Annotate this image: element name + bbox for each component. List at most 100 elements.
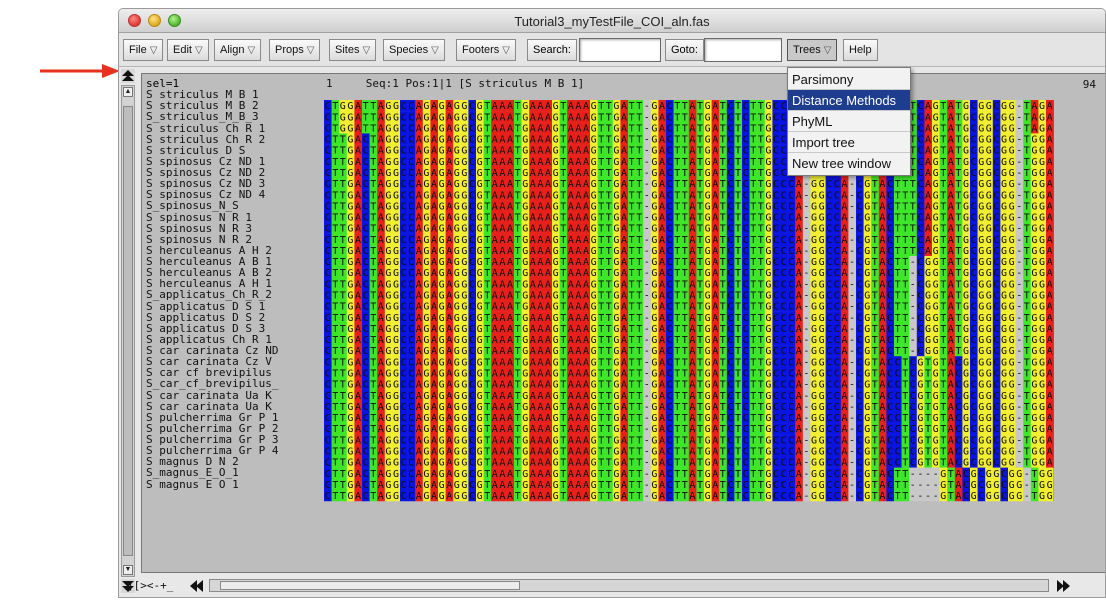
sequence-name[interactable]: S_car_carinata_Ua_K_ (146, 401, 324, 412)
sequence-name[interactable]: S_striculus_M_B_2 (146, 100, 324, 111)
sequence-row[interactable]: CTTGACTAGGCCAGAGAGGCGTAAATGAAAGTAAAGTTGA… (324, 356, 1054, 368)
sequence-name[interactable]: S_car_cf_brevipilus_ (146, 367, 324, 378)
scroll-up-arrow-icon[interactable]: ▲ (123, 87, 133, 97)
vertical-scroll-thumb[interactable] (123, 106, 133, 556)
goto-input[interactable] (704, 38, 782, 62)
sequence-row[interactable]: CTTGACTAGGCCAGAGAGGCGTAAATGAAAGTAAAGTTGA… (324, 289, 1054, 302)
sequence-row[interactable]: CTTGACTAGGCCAGAGAGGCGTAAATGAAAGTAAAGTTGA… (324, 222, 1054, 235)
trees-menu-button[interactable]: Trees ▽ (787, 39, 838, 61)
sequence-name[interactable]: S_spinosus_N_R_3 (146, 223, 324, 234)
base-letter: T (902, 179, 908, 190)
sequence-row[interactable]: CTGGATTAGGCCAGAGAGGCGTAAATGAAAGTAAAGTTGA… (324, 111, 1054, 123)
sequence-name[interactable]: S_herculeanus_A_H_2 (146, 245, 324, 256)
base-letter: T (872, 302, 878, 313)
species-menu-button[interactable]: Species ▽ (383, 39, 445, 61)
sequence-row[interactable]: CTTGACTAGGCCAGAGAGGCGTAAATGAAAGTAAAGTTGA… (324, 345, 1054, 357)
sequence-name[interactable]: S_spinosus_Cz_ND_3 (146, 178, 324, 189)
base-letter: T (1024, 257, 1030, 268)
sequence-row[interactable]: CTGGATTAGGCCAGAGAGGCGTAAATGAAAGTAAAGTTGA… (324, 122, 1054, 134)
sequence-name[interactable]: S_spinosus_Cz_ND_4 (146, 189, 324, 200)
sequence-name[interactable]: S_applicatus_D_S_3 (146, 323, 324, 334)
sequence-name[interactable]: S_applicatus_D_S_2 (146, 312, 324, 323)
sequence-row[interactable]: CTTGACTAGGCCAGAGAGGCGTAAATGAAAGTAAAGTTGA… (324, 177, 1054, 190)
sequence-name[interactable]: S_pulcherrima_Gr_P_1 (146, 412, 324, 423)
align-menu-button[interactable]: Align ▽ (214, 39, 262, 61)
sequence-name[interactable]: S_striculus_Ch_R_1 (146, 123, 324, 134)
sequence-name[interactable]: S_car_carinata_Ua_K_ (146, 390, 324, 401)
sequence-name[interactable]: S_herculeanus_A_H_1 (146, 278, 324, 289)
sequence-name[interactable]: S_applicatus_Ch_R_1 (146, 334, 324, 345)
sequence-row[interactable]: CTTGACTAGGCCAGAGAGGCGTAAATGAAAGTAAAGTTGA… (324, 244, 1054, 257)
sequence-name[interactable]: S_spinosus_Cz_ND_1 (146, 156, 324, 167)
footers-menu-button[interactable]: Footers ▽ (456, 39, 516, 61)
sequence-name[interactable]: S_car_carinata_Cz_V (146, 356, 324, 367)
sequence-row[interactable]: CTTGACTAGGCCAGAGAGGCGTAAATGAAAGTAAAGTTGA… (324, 255, 1054, 268)
vertical-scrollbar[interactable]: ▲ ▼ (121, 85, 135, 577)
sequence-row[interactable]: CTTGACTAGGCCAGAGAGGCGTAAATGAAAGTAAAGTTGA… (324, 311, 1054, 324)
sequence-name[interactable]: S_magnus_E_O_1 (146, 467, 324, 478)
props-menu-button[interactable]: Props ▽ (269, 39, 321, 61)
sequence-row[interactable]: CTTGACTAGGCCAGAGAGGCGTAAATGAAAGTAAAGTTGA… (324, 378, 1054, 391)
sequence-row[interactable]: CTTGACTAGGCCAGAGAGGCGTAAATGAAAGTAAAGTTGA… (324, 189, 1054, 201)
sequence-row[interactable]: CTTGACTAGGCCAGAGAGGCGTAAATGAAAGTAAAGTTGA… (324, 278, 1054, 290)
sequence-name[interactable]: S_striculus_M_B_1 (146, 89, 324, 100)
sequence-row[interactable]: CTGGATTAGGCCAGAGAGGCGTAAATGAAAGTAAAGTTGA… (324, 100, 1054, 112)
sequence-name[interactable]: S_car_carinata_Cz_ND (146, 345, 324, 356)
base-letter: T (606, 179, 612, 190)
base-letter: G (978, 179, 984, 190)
sequence-row[interactable]: CTTGACTAGGCCAGAGAGGCGTAAATGAAAGTAAAGTTGA… (324, 300, 1054, 313)
base-letter: G (454, 324, 460, 335)
base-letter: - (644, 268, 650, 279)
base-letter: A (431, 224, 437, 235)
sites-menu-button[interactable]: Sites ▽ (329, 39, 377, 61)
base-letter: G (347, 302, 353, 313)
base-letter: C (993, 335, 999, 346)
sequence-name[interactable]: S_herculeanus_A_B_1 (146, 256, 324, 267)
sequence-name[interactable]: S_pulcherrima_Gr_P_4 (146, 445, 324, 456)
sequence-name[interactable]: S_magnus_E_O_1 (146, 479, 324, 490)
help-button[interactable]: Help (843, 39, 878, 61)
sequence-name[interactable]: S_spinosus_Cz_ND_2 (146, 167, 324, 178)
sequence-name[interactable]: S_applicatus_Ch_R_2 (146, 289, 324, 300)
sequence-row[interactable]: CTTGACTAGGCCAGAGAGGCGTAAATGAAAGTAAAGTTGA… (324, 267, 1054, 279)
base-letter: G (461, 135, 467, 146)
sequence-name[interactable]: S_pulcherrima_Gr_P_3 (146, 434, 324, 445)
sequence-name[interactable]: S_magnus_D_N_2 (146, 456, 324, 467)
base-letter: A (431, 335, 437, 346)
sequence-name[interactable]: S_spinosus_N_S (146, 200, 324, 211)
sequence-name[interactable]: S_striculus_D_S (146, 145, 324, 156)
base-letter: A (530, 179, 536, 190)
sequence-row[interactable]: CTTGACTAGGCCAGAGAGGCGTAAATGAAAGTAAAGTTGA… (324, 333, 1054, 346)
alignment-panel[interactable]: sel=1 S_striculus_M_B_1 S_striculus_M_B_2… (141, 73, 1105, 573)
edit-menu-button[interactable]: Edit ▽ (167, 39, 209, 61)
sequence-row[interactable]: CTTGACTAGGCCAGAGAGGCGTAAATGAAAGTAAAGTTGA… (324, 144, 1054, 157)
sequence-row[interactable]: CTTGACTAGGCCAGAGAGGCGTAAATGAAAGTAAAGTTGA… (324, 200, 1054, 212)
sequence-row[interactable]: CTTGACTAGGCCAGAGAGGCGTAAATGAAAGTAAAGTTGA… (324, 211, 1054, 224)
sequence-name[interactable]: S_spinosus_N_R_1 (146, 212, 324, 223)
search-input[interactable] (579, 38, 661, 62)
sequence-row[interactable]: CTTGACTAGGCCAGAGAGGCGTAAATGAAAGTAAAGTTGA… (324, 166, 1054, 179)
sequence-name[interactable]: S_applicatus_D_S_1 (146, 301, 324, 312)
scroll-down-arrow-icon[interactable]: ▼ (123, 565, 133, 575)
sequence-name[interactable]: S_striculus_M_B_3 (146, 111, 324, 122)
sequence-row[interactable]: CTTGACTAGGCCAGAGAGGCGTAAATGAAAGTAAAGTTGA… (324, 322, 1054, 335)
file-menu-button[interactable]: File ▽ (123, 39, 164, 61)
sequence-row[interactable]: CTTGACTAGGCCAGAGAGGCGTAAATGAAAGTAAAGTTGA… (324, 133, 1054, 146)
base-letter: G (347, 168, 353, 179)
sequence-name[interactable]: S_herculeanus_A_B_2 (146, 267, 324, 278)
sequence-name[interactable]: S_striculus_Ch_R_2 (146, 134, 324, 145)
base-letter: T (674, 235, 680, 246)
base-letter: T (629, 213, 635, 224)
base-letter: T (940, 157, 946, 168)
base-letter: A (416, 246, 422, 257)
sequence-name[interactable]: S_pulcherrima_Gr_P_2 (146, 423, 324, 434)
base-letter: C (834, 357, 840, 368)
jump-to-top-icon[interactable] (121, 69, 135, 83)
sequence-row[interactable]: CTTGACTAGGCCAGAGAGGCGTAAATGAAAGTAAAGTTGA… (324, 367, 1054, 380)
sequence-names-column[interactable]: sel=1 S_striculus_M_B_1 S_striculus_M_B_2… (146, 78, 324, 490)
sequence-row[interactable]: CTTGACTAGGCCAGAGAGGCGTAAATGAAAGTAAAGTTGA… (324, 233, 1054, 246)
sequence-name[interactable]: S_car_cf_brevipilus_ (146, 378, 324, 389)
sequence-row[interactable]: CTTGACTAGGCCAGAGAGGCGTAAATGAAAGTAAAGTTGA… (324, 155, 1054, 168)
sequence-name[interactable]: S_spinosus_N_R_2 (146, 234, 324, 245)
sequence-matrix[interactable]: CTGGATTAGGCCAGAGAGGCGTAAATGAAAGTAAAGTTGA… (324, 100, 1054, 502)
